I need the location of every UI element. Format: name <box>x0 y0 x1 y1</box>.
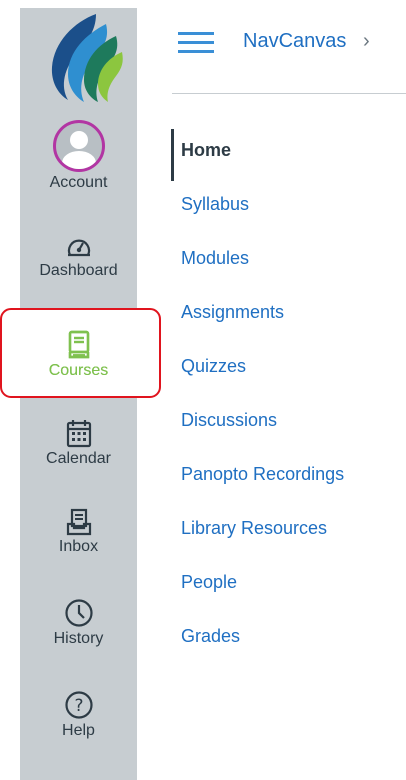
calendar-icon <box>66 420 91 448</box>
course-nav-assignments[interactable]: Assignments <box>181 302 344 356</box>
nav-calendar[interactable]: Calendar <box>20 418 137 468</box>
course-nav-quizzes[interactable]: Quizzes <box>181 356 344 410</box>
nav-history[interactable]: History <box>20 598 137 648</box>
course-nav: Home Syllabus Modules Assignments Quizze… <box>181 140 344 680</box>
course-nav-grades[interactable]: Grades <box>181 626 344 680</box>
school-logo[interactable] <box>34 12 124 104</box>
nav-inbox[interactable]: Inbox <box>20 508 137 556</box>
hamburger-menu-icon[interactable] <box>178 32 214 54</box>
nav-dashboard-label: Dashboard <box>39 262 118 279</box>
course-nav-home[interactable]: Home <box>181 140 344 194</box>
course-nav-people[interactable]: People <box>181 572 344 626</box>
nav-help-label: Help <box>62 722 95 739</box>
book-icon <box>68 330 89 359</box>
course-nav-panopto-recordings[interactable]: Panopto Recordings <box>181 464 344 518</box>
avatar-icon <box>52 120 105 172</box>
course-nav-discussions[interactable]: Discussions <box>181 410 344 464</box>
header-divider <box>172 93 406 94</box>
question-icon: ? <box>64 691 93 719</box>
breadcrumb-separator: › <box>363 30 370 52</box>
nav-courses-label: Courses <box>48 362 109 379</box>
course-nav-library-resources[interactable]: Library Resources <box>181 518 344 572</box>
active-item-indicator <box>171 129 174 181</box>
course-nav-syllabus[interactable]: Syllabus <box>181 194 344 248</box>
nav-dashboard[interactable]: Dashboard <box>20 234 137 280</box>
course-nav-modules[interactable]: Modules <box>181 248 344 302</box>
clock-icon <box>64 599 93 627</box>
nav-inbox-label: Inbox <box>58 538 99 555</box>
nav-account[interactable]: Account <box>20 120 137 192</box>
nav-account-label: Account <box>49 174 108 191</box>
speedometer-icon <box>67 239 90 257</box>
nav-help[interactable]: ? Help <box>20 690 137 740</box>
nav-calendar-label: Calendar <box>46 450 111 467</box>
nav-history-label: History <box>53 630 104 647</box>
nav-courses-overlay[interactable]: Courses <box>20 330 137 380</box>
breadcrumb-course[interactable]: NavCanvas <box>243 30 346 53</box>
svg-text:?: ? <box>74 696 83 716</box>
inbox-icon <box>66 508 91 536</box>
